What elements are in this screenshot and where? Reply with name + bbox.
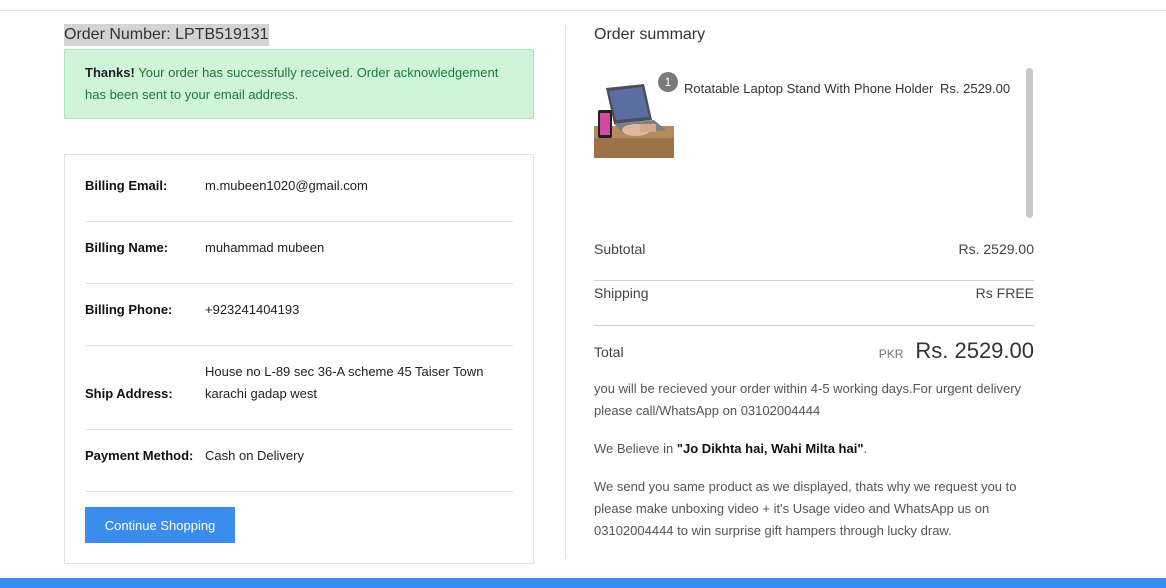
subtotal-value: Rs. 2529.00 [958,241,1035,257]
column-divider [565,26,566,558]
billing-info-box: Billing Email: m.mubeen1020@gmail.com Bi… [64,154,534,564]
footer-bar [0,578,1166,588]
cart-scrollbar[interactable] [1026,68,1033,218]
billing-value: Cash on Delivery [205,448,304,463]
alert-message: Your order has successfully received. Or… [85,65,499,102]
product-name: Rotatable Laptop Stand With Phone Holder [684,81,934,96]
continue-shopping-button[interactable]: Continue Shopping [85,507,235,543]
belief-suffix: . [863,441,868,456]
billing-row-phone: Billing Phone: +923241404193 [85,283,513,346]
order-summary-title: Order summary [594,26,706,43]
belief-prefix: We Believe in [594,441,677,456]
total-row: Total PKR Rs. 2529.00 [594,338,1034,368]
delivery-note: you will be recieved your order within 4… [594,381,1022,418]
billing-label: Billing Phone: [85,302,173,317]
billing-value: +923241404193 [205,302,300,317]
billing-row-address: Ship Address: House no L-89 sec 36-A sch… [85,345,513,430]
alert-strong: Thanks! [85,65,135,80]
billing-label: Billing Email: [85,178,168,193]
order-confirmation-page: Order Number: LPTB519131 Thanks! Your or… [0,0,1166,588]
totals-divider [594,280,1034,281]
belief-quote: "Jo Dikhta hai, Wahi Milta hai" [676,441,864,456]
top-divider [0,10,1166,11]
total-label: Total [594,344,624,360]
total-currency: PKR [878,347,904,361]
billing-label: Ship Address: [85,386,173,401]
billing-label: Billing Name: [85,240,169,255]
belief-note: We Believe in "Jo Dikhta hai, Wahi Milta… [594,438,1024,460]
shipping-label: Shipping [594,285,649,301]
billing-row-email: Billing Email: m.mubeen1020@gmail.com [85,155,513,222]
totals-divider [594,325,1034,326]
product-price: Rs. 2529.00 [940,81,1011,96]
success-alert: Thanks! Your order has successfully rece… [64,49,534,119]
billing-label: Payment Method: [85,448,194,463]
billing-value: muhammad mubeen [205,240,325,255]
cart-item-list[interactable]: 1 Rotatable Laptop Stand With Phone Hold… [594,68,1034,218]
item-quantity-badge: 1 [658,72,678,92]
order-summary-column: Order summary 1 Rotatable Laptop Stand W [594,24,1034,538]
billing-value: House no L-89 sec 36-A scheme 45 Taiser … [205,364,484,401]
billing-row-name: Billing Name: muhammad mubeen [85,221,513,284]
billing-row-payment: Payment Method: Cash on Delivery [85,429,513,492]
subtotal-label: Subtotal [594,241,646,257]
shipping-value: Rs FREE [975,285,1034,301]
total-amount: Rs. 2529.00 [915,338,1034,363]
order-details-column: Order Number: LPTB519131 Thanks! Your or… [64,24,534,119]
billing-value: m.mubeen1020@gmail.com [205,178,368,193]
order-number: Order Number: LPTB519131 [64,24,269,46]
unboxing-note: We send you same product as we displayed… [594,479,1017,538]
total-value-group: PKR Rs. 2529.00 [879,338,1034,364]
